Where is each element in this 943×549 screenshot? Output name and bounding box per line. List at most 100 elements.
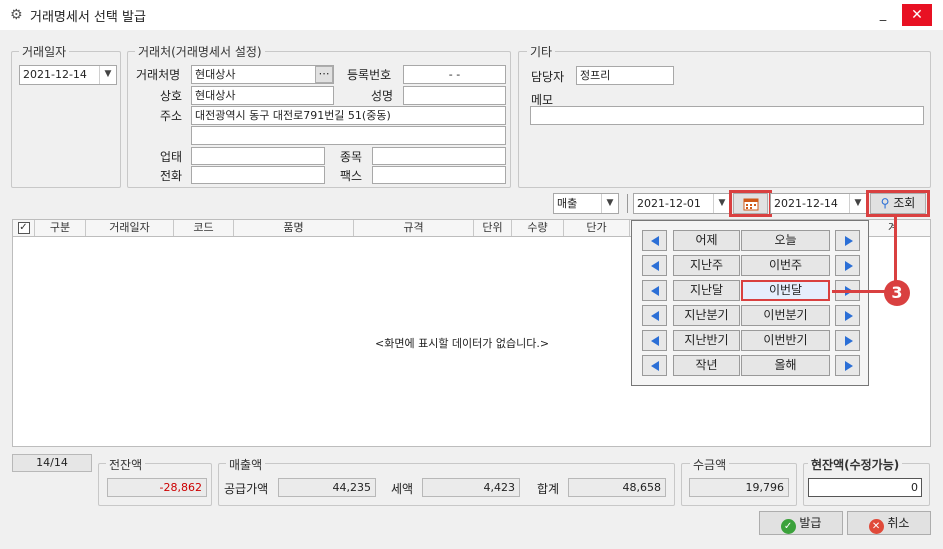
arrow-right-icon [845,336,853,346]
business-item-field[interactable] [372,147,506,165]
preset-this-quarter[interactable]: 이번분기 [741,305,830,326]
preset-last-year[interactable]: 작년 [673,355,740,376]
ceo-field[interactable] [403,86,506,105]
arrow-right-icon [845,261,853,271]
preset-last-week[interactable]: 지난주 [673,255,740,276]
address-detail-field[interactable] [191,126,506,145]
prev-year-button[interactable] [642,355,667,376]
prev-balance-legend: 전잔액 [106,456,146,473]
to-date-value: 2021-12-14 [774,197,838,210]
to-date-select[interactable]: 2021-12-14 ▼ [770,193,867,214]
column-header[interactable]: 품명 [234,220,354,236]
select-all-checkbox[interactable]: ✓ [17,222,30,234]
phone-field[interactable] [191,166,325,184]
preset-this-half[interactable]: 이번반기 [741,330,830,351]
address-field[interactable]: 대전광역시 동구 대전로791번길 51(중동) [191,106,506,125]
received-value: 19,796 [689,478,789,497]
arrow-left-icon [651,286,659,296]
prev-yesterday-button[interactable] [642,230,667,251]
prev-month-button[interactable] [642,280,667,301]
etc-group-legend: 기타 [527,43,556,60]
preset-last-month[interactable]: 지난달 [673,280,740,301]
phone-label: 전화 [160,169,183,183]
issue-button[interactable]: ✓ 발급 [759,511,843,535]
customer-name-field[interactable]: 현대상사 [191,65,334,84]
separator [627,194,628,213]
period-popup: 어제 오늘 지난주 이번주 지난달 이번달 지난분기 이번분기 지난반기 이번반… [631,220,869,386]
next-quarter-button[interactable] [835,305,860,326]
column-header[interactable]: 거래일자 [86,220,174,236]
next-year-button[interactable] [835,355,860,376]
arrow-left-icon [651,336,659,346]
total-label: 합계 [537,482,560,496]
next-today-button[interactable] [835,230,860,251]
cancel-button-label: 취소 [887,516,910,530]
column-header[interactable]: 코드 [174,220,234,236]
customer-name-value: 현대상사 [195,68,236,81]
column-header[interactable]: 단가 [564,220,630,236]
transaction-date-select[interactable]: 2021-12-14 ▼ [19,65,117,85]
arrow-left-icon [651,361,659,371]
preset-this-week[interactable]: 이번주 [741,255,830,276]
preset-this-month[interactable]: 이번달 [741,280,830,301]
tax-label: 세액 [391,482,414,496]
arrow-left-icon [651,236,659,246]
total-value: 48,658 [568,478,666,497]
address-label: 주소 [160,109,183,123]
callout-line [832,290,886,293]
customer-lookup-button[interactable]: ⋯ [315,66,333,83]
from-date-select[interactable]: 2021-12-01 ▼ [633,193,731,214]
close-button[interactable]: ✕ [902,4,932,26]
window-title: 거래명세서 선택 발급 [30,10,146,25]
preset-last-half[interactable]: 지난반기 [673,330,740,351]
prev-week-button[interactable] [642,255,667,276]
preset-last-quarter[interactable]: 지난분기 [673,305,740,326]
prev-quarter-button[interactable] [642,305,667,326]
type-select-value: 매출 [557,197,578,210]
memo-field[interactable] [530,106,924,125]
minimize-button[interactable]: _ [870,4,896,26]
period-picker-button[interactable] [733,193,768,214]
reg-number-field[interactable]: - - [403,65,506,84]
select-all-column[interactable]: ✓ [13,220,35,236]
search-icon: ⚲ [880,196,890,210]
search-button-label: 조회 [893,196,916,210]
arrow-right-icon [845,311,853,321]
type-select[interactable]: 매출 ▼ [553,193,619,214]
company-label: 상호 [160,89,183,103]
supply-label: 공급가액 [224,482,269,496]
arrow-right-icon [845,361,853,371]
chevron-down-icon[interactable]: ▼ [713,194,730,213]
column-header[interactable]: 단위 [474,220,512,236]
business-type-field[interactable] [191,147,325,165]
column-header[interactable]: 수량 [512,220,564,236]
preset-this-year[interactable]: 올해 [741,355,830,376]
received-legend: 수금액 [690,456,730,473]
customer-name-label: 거래처명 [136,68,181,82]
chevron-down-icon[interactable]: ▼ [601,194,618,213]
prev-half-button[interactable] [642,330,667,351]
search-button[interactable]: ⚲ 조회 [870,193,926,214]
next-week-button[interactable] [835,255,860,276]
column-header[interactable]: 규격 [354,220,474,236]
supply-value: 44,235 [278,478,376,497]
current-balance-field[interactable]: 0 [808,478,922,497]
column-header[interactable]: 계 [873,220,913,236]
next-half-button[interactable] [835,330,860,351]
reg-number-label: 등록번호 [347,68,392,82]
chevron-down-icon[interactable]: ▼ [99,66,116,84]
manager-field[interactable]: 정프리 [576,66,674,85]
prev-balance-value: -28,862 [107,478,207,497]
arrow-left-icon [651,311,659,321]
column-header[interactable]: 구분 [35,220,86,236]
cancel-icon: ✕ [868,519,884,534]
gear-icon: ⚙ [10,7,23,23]
company-field[interactable]: 현대상사 [191,86,334,105]
date-group-legend: 거래일자 [19,43,70,60]
preset-yesterday[interactable]: 어제 [673,230,740,251]
fax-field[interactable] [372,166,506,184]
cancel-button[interactable]: ✕ 취소 [847,511,931,535]
preset-today[interactable]: 오늘 [741,230,830,251]
chevron-down-icon[interactable]: ▼ [849,194,866,213]
callout-badge: 3 [884,280,910,306]
